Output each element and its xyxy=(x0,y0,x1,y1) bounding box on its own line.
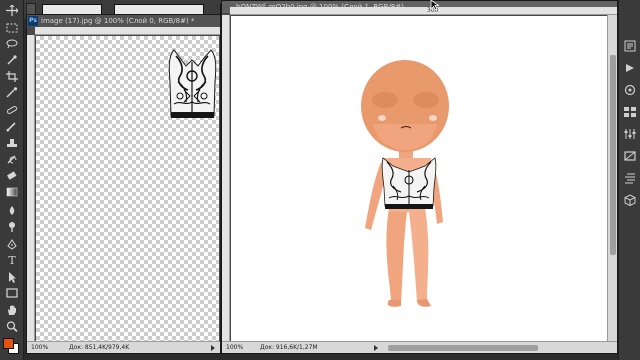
crop-tool-icon[interactable] xyxy=(3,70,21,83)
styles-panel-icon[interactable] xyxy=(623,150,637,162)
foreground-color-swatch[interactable] xyxy=(3,338,14,349)
gradient-tool-icon[interactable] xyxy=(3,186,21,199)
actions-panel-icon[interactable] xyxy=(623,62,637,74)
clone-stamp-tool-icon[interactable] xyxy=(3,137,21,150)
canvas-left[interactable] xyxy=(36,36,219,342)
blur-tool-icon[interactable] xyxy=(3,204,21,217)
zoom-level-left[interactable]: 100% xyxy=(31,342,48,354)
status-bar-right: 100% Док: 916,6K/1,27M xyxy=(222,341,617,353)
3d-panel-icon[interactable] xyxy=(623,194,637,206)
photoshop-window: T Ps image (17).jpg @ 100% (Слой 0, RGB/… xyxy=(0,0,640,360)
zoom-tool-icon[interactable] xyxy=(3,320,21,333)
zoom-level-right[interactable]: 100% xyxy=(226,342,243,354)
path-select-tool-icon[interactable] xyxy=(3,271,21,284)
document-window-left: Ps image (17).jpg @ 100% (Слой 0, RGB/8#… xyxy=(26,14,221,354)
marquee-tool-icon[interactable] xyxy=(3,22,21,35)
ruler-horizontal-left xyxy=(35,27,220,35)
eraser-tool-icon[interactable] xyxy=(3,170,21,183)
history-panel-icon[interactable] xyxy=(623,40,637,52)
document-size-right: Док: 916,6K/1,27M xyxy=(260,344,318,351)
swatches-panel-icon[interactable] xyxy=(623,106,637,118)
color-panel-icon[interactable] xyxy=(623,84,637,96)
eyedropper-tool-icon[interactable] xyxy=(3,86,21,99)
dodge-tool-icon[interactable] xyxy=(3,220,21,233)
ruler-vertical-left xyxy=(27,35,35,341)
document-window-right: bQNZWf_mQ2b0.jpg @ 100% (Слой 1, RGB/8#)… xyxy=(221,0,618,354)
status-menu-arrow-right-icon[interactable] xyxy=(374,345,378,351)
doll-figure-image xyxy=(361,60,449,307)
healing-tool-icon[interactable] xyxy=(3,104,21,117)
pen-tool-icon[interactable] xyxy=(3,238,21,251)
ruler-vertical-right xyxy=(222,15,230,341)
hand-tool-icon[interactable] xyxy=(3,304,21,317)
vertical-scrollbar-right[interactable] xyxy=(607,15,617,341)
tools-panel: T xyxy=(0,0,24,360)
document-title-left: image (17).jpg @ 100% (Слой 0, RGB/8#) * xyxy=(41,17,195,25)
adjustments-panel-icon[interactable] xyxy=(623,128,637,140)
quick-select-tool-icon[interactable] xyxy=(3,54,21,67)
corset-image xyxy=(168,49,217,118)
status-bar-left: 100% Док: 851,4K/979,4K xyxy=(27,341,220,353)
brush-tool-icon[interactable] xyxy=(3,120,21,133)
horizontal-scroll-thumb[interactable] xyxy=(388,345,538,351)
panels-dock xyxy=(618,0,640,360)
history-brush-tool-icon[interactable] xyxy=(3,153,21,166)
ruler-horizontal-right: 300 xyxy=(230,7,617,15)
document-tab-left[interactable]: Ps image (17).jpg @ 100% (Слой 0, RGB/8#… xyxy=(27,15,220,27)
paragraph-panel-icon[interactable] xyxy=(623,172,637,184)
mouse-cursor-icon xyxy=(430,0,440,10)
status-menu-arrow-left-icon[interactable] xyxy=(211,345,215,351)
lasso-tool-icon[interactable] xyxy=(3,38,21,51)
canvas-right[interactable] xyxy=(231,16,611,342)
move-tool-icon[interactable] xyxy=(3,4,21,17)
ps-document-icon: Ps xyxy=(28,16,38,26)
shape-tool-icon[interactable] xyxy=(3,287,21,300)
document-size-left: Док: 851,4K/979,4K xyxy=(69,344,130,351)
type-tool-icon[interactable]: T xyxy=(3,254,21,267)
vertical-scroll-thumb[interactable] xyxy=(610,55,616,255)
